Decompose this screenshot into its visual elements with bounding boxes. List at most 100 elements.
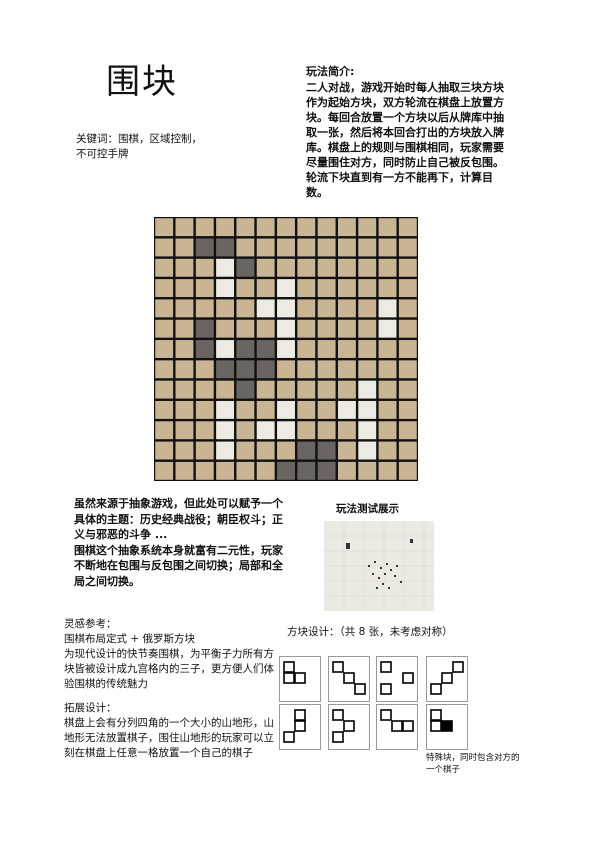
board-cell: [378, 461, 397, 480]
piece-square: [294, 709, 306, 721]
board-cell: [155, 258, 174, 277]
board-cell: [337, 441, 356, 460]
board-stone-dark: [317, 441, 336, 460]
piece-square: [430, 720, 442, 732]
board-cell: [175, 380, 194, 399]
board-cell: [195, 441, 214, 460]
piece-shape: [380, 709, 414, 732]
board-cell: [398, 319, 417, 338]
opponent-stone-square: [441, 720, 453, 732]
board-cell: [277, 380, 295, 399]
rules-section: 玩法简介: 二人对战，游戏开始时每人抽取三块方块作为起始方块，双方轮流在棋盘上放…: [306, 64, 506, 200]
board-stone-light: [216, 258, 235, 277]
board-cell: [398, 258, 417, 277]
board-cell: [337, 299, 356, 318]
board-cell: [256, 319, 275, 338]
piece-square: [402, 720, 414, 732]
board-cell: [155, 421, 174, 440]
piece-square: [430, 709, 442, 721]
piece-square: [294, 720, 306, 732]
board-cell: [398, 218, 417, 237]
board-cell: [175, 360, 194, 379]
rules-heading: 玩法简介:: [306, 65, 355, 78]
board-cell: [216, 461, 235, 480]
board-cell: [175, 299, 194, 318]
board-cell: [256, 441, 275, 460]
piece-square: [380, 709, 392, 721]
board-cell: [297, 360, 316, 379]
board-cell: [256, 461, 275, 480]
board-cell: [236, 461, 255, 480]
board-cell: [317, 299, 336, 318]
board-cell: [297, 319, 316, 338]
theme-paragraph-1: 虽然来源于抽象游戏，但此处可以赋予一个具体的主题：历史经典战役；朝臣权斗；正义与…: [74, 497, 283, 541]
inspiration-line-2: 为现代设计的快节奏围棋，为平衡子力所有方块皆被设计成九宫格内的三子，更方便人们体…: [64, 648, 274, 690]
board-stone-light: [358, 421, 377, 440]
piece-shape: [332, 709, 355, 743]
board-stone-light: [358, 441, 377, 460]
board-stone-dark: [277, 461, 295, 480]
board-cell: [337, 319, 356, 338]
board-stone-light: [378, 299, 397, 318]
board-cell: [317, 360, 336, 379]
piece-square: [354, 683, 366, 695]
inspiration-line-1: 围棋布局定式 + 俄罗斯方块: [64, 633, 195, 645]
board-cell: [358, 258, 377, 277]
board-cell: [358, 360, 377, 379]
board-cell: [216, 218, 235, 237]
board-cell: [155, 360, 174, 379]
board-cell: [337, 340, 356, 358]
board-stone-dark: [256, 360, 275, 379]
board-cell: [175, 238, 194, 257]
board-stone-light: [216, 441, 235, 460]
board-cell: [297, 238, 316, 257]
piece-square: [283, 661, 295, 673]
board-cell: [175, 279, 194, 298]
board-stone-dark: [236, 340, 255, 358]
board-cell: [277, 360, 295, 379]
board-cell: [155, 299, 174, 318]
board-stone-dark: [195, 340, 214, 358]
board-cell: [236, 279, 255, 298]
board-cell: [317, 340, 336, 358]
board-cell: [358, 218, 377, 237]
board-cell: [378, 360, 397, 379]
board-cell: [317, 319, 336, 338]
board-cell: [216, 380, 235, 399]
board-cell: [398, 340, 417, 358]
board-cell: [398, 238, 417, 257]
board-cell: [297, 340, 316, 358]
board-cell: [337, 380, 356, 399]
board-stone-dark: [236, 380, 255, 399]
board-cell: [337, 279, 356, 298]
piece-card: [376, 704, 418, 750]
board-cell: [236, 421, 255, 440]
board-cell: [236, 218, 255, 237]
board-stone-light: [358, 400, 377, 419]
board-cell: [175, 441, 194, 460]
board-cell: [297, 380, 316, 399]
expansion-heading: 拓展设计：: [64, 702, 117, 714]
board-cell: [175, 218, 194, 237]
playtest-photo: [324, 521, 434, 611]
special-piece-note: 特殊块，同时包含对方的一个棋子: [426, 753, 520, 775]
board-cell: [378, 400, 397, 419]
board-cell: [398, 380, 417, 399]
piece-square: [343, 672, 355, 684]
piece-card: [279, 704, 321, 750]
board-stone-light: [216, 340, 235, 358]
board-cell: [175, 258, 194, 277]
board-cell: [398, 360, 417, 379]
board-cell: [195, 299, 214, 318]
piece-card: [279, 656, 321, 702]
board-cell: [236, 238, 255, 257]
board-cell: [155, 319, 174, 338]
board-cell: [195, 421, 214, 440]
board-cell: [398, 441, 417, 460]
piece-card: [328, 704, 370, 750]
piece-card-special: [426, 704, 468, 750]
piece-square: [391, 720, 403, 732]
board-cell: [195, 400, 214, 419]
piece-shape: [380, 661, 414, 695]
board-cell: [256, 258, 275, 277]
